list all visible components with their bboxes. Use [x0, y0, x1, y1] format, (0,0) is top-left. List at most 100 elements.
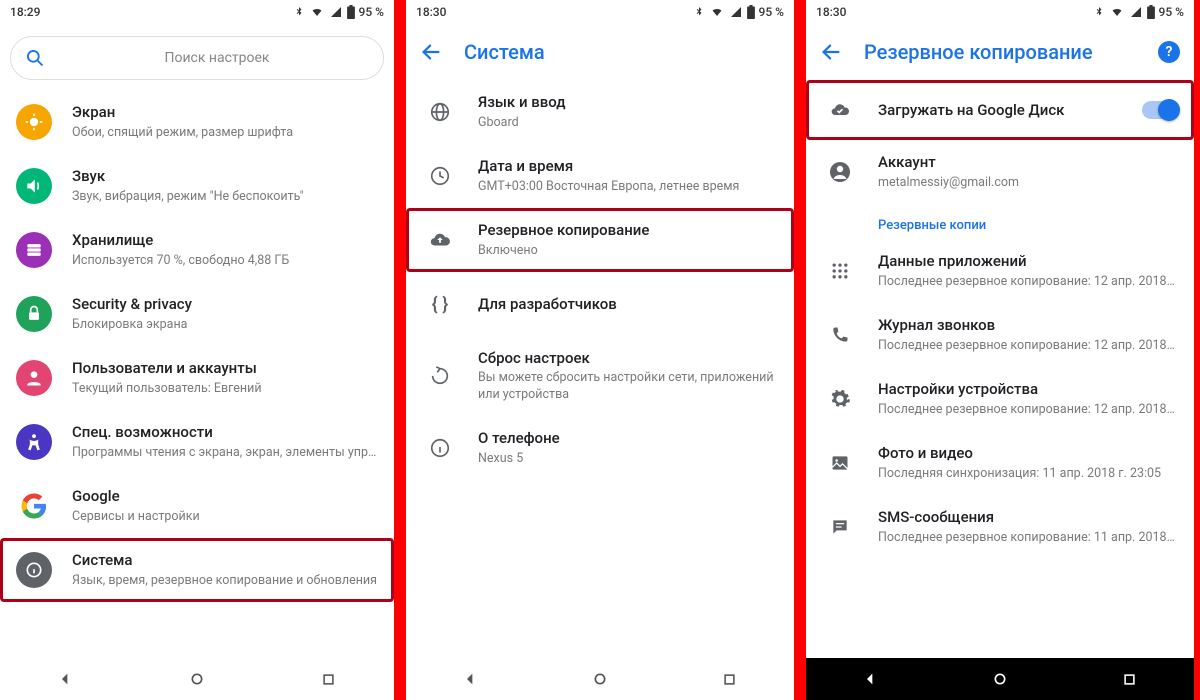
cloud-check-icon — [822, 92, 858, 128]
item-sub: Блокировка экрана — [72, 317, 378, 334]
battery-icon — [1147, 5, 1155, 19]
item-sub: Сервисы и настройки — [72, 509, 378, 526]
app-bar: Резервное копирование ? — [806, 24, 1194, 80]
signal-icon — [729, 6, 743, 18]
item-title: Журнал звонков — [878, 315, 1178, 335]
nav-recent-icon[interactable] — [720, 670, 738, 688]
bluetooth-icon — [693, 5, 705, 19]
item-title: Security & privacy — [72, 294, 378, 314]
item-sub: metalmessiy@gmail.com — [878, 175, 1178, 192]
nav-back-icon[interactable] — [57, 670, 75, 688]
info-icon — [16, 552, 52, 588]
item-title: Язык и ввод — [478, 92, 778, 112]
item-about[interactable]: О телефоне Nexus 5 — [406, 416, 794, 480]
item-title: Хранилище — [72, 230, 378, 250]
help-icon[interactable]: ? — [1158, 41, 1180, 63]
bluetooth-icon — [1093, 5, 1105, 19]
item-reset[interactable]: Сброс настроекВы можете сбросить настрой… — [406, 336, 794, 416]
nav-bar — [406, 658, 794, 700]
item-sub: Программы чтения с экрана, экран, элемен… — [72, 445, 378, 462]
item-sub: Язык, время, резервное копирование и обн… — [72, 573, 378, 590]
item-device-settings[interactable]: Настройки устройстваПоследнее резервное … — [806, 367, 1194, 431]
item-upload-drive[interactable]: Загружать на Google Диск — [806, 80, 1194, 140]
display-icon — [16, 104, 52, 140]
item-title: Пользователи и аккаунты — [72, 358, 378, 378]
back-icon[interactable] — [820, 41, 842, 63]
item-datetime[interactable]: Дата и времяGMT+03:00 Восточная Европа, … — [406, 144, 794, 208]
search-input[interactable]: Поиск настроек — [10, 36, 384, 80]
item-sub: Nexus 5 — [478, 451, 778, 468]
nav-home-icon[interactable] — [188, 670, 206, 688]
nav-bar — [806, 658, 1194, 700]
cloud-upload-icon — [422, 222, 458, 258]
item-users[interactable]: Пользователи и аккаунты Текущий пользоват… — [0, 346, 394, 410]
item-title: Резервное копирование — [478, 220, 778, 240]
item-sub: Последнее резервное копирование: 12 апр.… — [878, 274, 1178, 291]
back-icon[interactable] — [420, 41, 442, 63]
item-system[interactable]: Система Язык, время, резервное копировани… — [0, 538, 394, 602]
battery-percent: 95 % — [759, 5, 784, 19]
nav-bar — [0, 658, 394, 700]
status-icons: 95 % — [693, 5, 784, 19]
nav-back-icon[interactable] — [862, 670, 880, 688]
status-icons: 95 % — [1093, 5, 1184, 19]
item-title: Экран — [72, 102, 378, 122]
sound-icon — [16, 168, 52, 204]
item-sound[interactable]: ЗвукЗвук, вибрация, режим "Не беспокоить… — [0, 154, 394, 218]
item-title: Фото и видео — [878, 443, 1178, 463]
search-icon — [25, 48, 45, 68]
section-heading: Резервные копии — [806, 204, 1194, 239]
nav-recent-icon[interactable] — [319, 670, 337, 688]
reset-icon — [422, 358, 458, 394]
item-accessibility[interactable]: Спец. возможностиПрограммы чтения с экра… — [0, 410, 394, 474]
status-time: 18:29 — [10, 5, 40, 19]
item-security[interactable]: Security & privacy Блокировка экрана — [0, 282, 394, 346]
nav-back-icon[interactable] — [462, 670, 480, 688]
item-title: Система — [72, 550, 378, 570]
gear-icon — [822, 381, 858, 417]
message-icon — [822, 509, 858, 545]
item-call-log[interactable]: Журнал звонковПоследнее резервное копиро… — [806, 303, 1194, 367]
battery-icon — [347, 5, 355, 19]
item-title: О телефоне — [478, 428, 778, 448]
item-sub: Текущий пользователь: Евгений — [72, 381, 378, 398]
item-sub: Включено — [478, 243, 778, 260]
item-title: Данные приложений — [878, 251, 1178, 271]
phone-icon — [822, 317, 858, 353]
item-developer[interactable]: { } Для разработчиков — [406, 272, 794, 336]
wifi-icon — [1109, 6, 1125, 18]
signal-icon — [329, 6, 343, 18]
lock-icon — [16, 296, 52, 332]
item-sms[interactable]: SMS-сообщенияПоследнее резервное копиров… — [806, 495, 1194, 559]
wifi-icon — [309, 6, 325, 18]
item-app-data[interactable]: Данные приложений Последнее резервное коп… — [806, 239, 1194, 303]
item-title: Сброс настроек — [478, 348, 778, 368]
nav-home-icon[interactable] — [991, 670, 1009, 688]
item-photos[interactable]: Фото и видео Последняя синхронизация: 11 … — [806, 431, 1194, 495]
item-account[interactable]: Аккаунтmetalmessiy@gmail.com — [806, 140, 1194, 204]
nav-home-icon[interactable] — [591, 670, 609, 688]
item-backup[interactable]: Резервное копирование Включено — [406, 208, 794, 272]
item-title: Для разработчиков — [478, 294, 778, 314]
battery-percent: 95 % — [1159, 5, 1184, 19]
toggle-switch[interactable] — [1142, 101, 1178, 119]
item-sub: Последняя синхронизация: 11 апр. 2018 г.… — [878, 466, 1178, 483]
info-icon — [422, 430, 458, 466]
nav-recent-icon[interactable] — [1120, 670, 1138, 688]
bluetooth-icon — [293, 5, 305, 19]
search-wrap: Поиск настроек — [0, 24, 394, 90]
item-sub: Gboard — [478, 115, 778, 132]
app-bar: Система — [406, 24, 794, 80]
item-display[interactable]: ЭкранОбои, спящий режим, размер шрифта — [0, 90, 394, 154]
globe-icon — [422, 94, 458, 130]
apps-icon — [822, 253, 858, 289]
item-storage[interactable]: ХранилищеИспользуется 70 %, свободно 4,8… — [0, 218, 394, 282]
item-language[interactable]: Язык и ввод Gboard — [406, 80, 794, 144]
search-placeholder: Поиск настроек — [65, 50, 369, 66]
item-google[interactable]: GoogleСервисы и настройки — [0, 474, 394, 538]
storage-icon — [16, 232, 52, 268]
item-title: SMS-сообщения — [878, 507, 1178, 527]
google-icon — [16, 488, 52, 524]
clock-icon — [422, 158, 458, 194]
item-sub: GMT+03:00 Восточная Европа, летнее время — [478, 179, 778, 196]
